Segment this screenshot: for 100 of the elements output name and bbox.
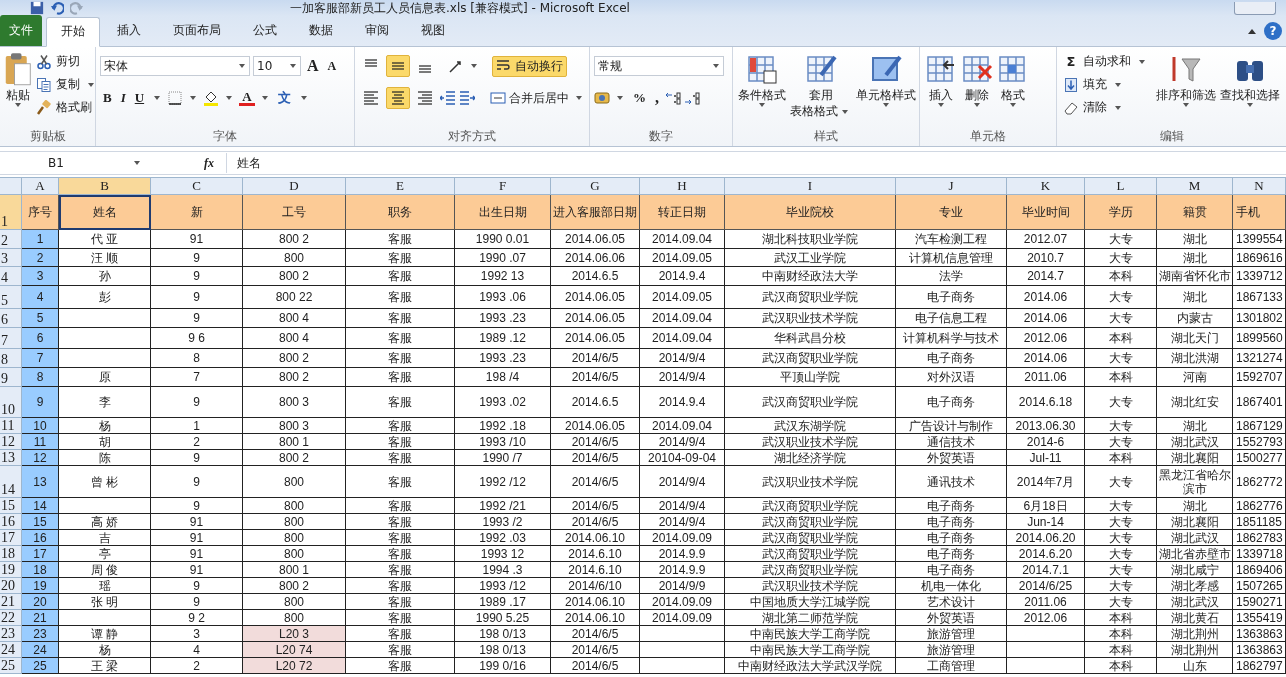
column-header[interactable]: J xyxy=(896,178,1007,195)
row-header[interactable]: 1 xyxy=(0,195,22,230)
decrease-indent-icon[interactable] xyxy=(440,90,456,106)
ribbon-tab[interactable]: 视图 xyxy=(406,16,460,46)
table-cell: 11 xyxy=(22,434,59,450)
insert-function-button[interactable]: fx xyxy=(204,155,226,171)
column-header[interactable]: F xyxy=(455,178,551,195)
ribbon-button[interactable]: 复制 xyxy=(34,74,100,95)
ribbon-button[interactable]: 查找和选择 xyxy=(1219,51,1281,109)
row-header[interactable]: 5 xyxy=(0,286,22,309)
column-header[interactable]: I xyxy=(725,178,896,195)
column-header[interactable]: H xyxy=(640,178,725,195)
ribbon-button[interactable]: 条件格式 xyxy=(737,51,787,109)
row-header[interactable]: 14 xyxy=(0,466,22,498)
column-title-cell: 姓名 xyxy=(59,195,151,230)
row-header[interactable]: 10 xyxy=(0,387,22,418)
row-header[interactable]: 23 xyxy=(0,626,22,642)
row-header[interactable]: 12 xyxy=(0,434,22,450)
currency-icon[interactable] xyxy=(594,90,610,106)
text-style-button[interactable]: I xyxy=(117,90,129,106)
row-header[interactable]: 15 xyxy=(0,498,22,514)
ribbon-tab[interactable]: 开始 xyxy=(46,17,100,47)
ribbon-button[interactable]: 清除 xyxy=(1061,97,1151,118)
ribbon-tab[interactable]: 公式 xyxy=(238,16,292,46)
ribbon-tab[interactable]: 插入 xyxy=(102,16,156,46)
column-header[interactable]: A xyxy=(22,178,59,195)
formula-field[interactable]: 姓名 xyxy=(226,153,1286,173)
row-header[interactable]: 25 xyxy=(0,658,22,674)
text-angle-icon[interactable] xyxy=(448,58,464,74)
row-header[interactable]: 20 xyxy=(0,578,22,594)
column-header[interactable]: B xyxy=(59,178,151,195)
ribbon-button[interactable]: 格式刷 xyxy=(34,97,100,118)
table-cell: 中南财经政法大学武汉学院 xyxy=(725,658,896,674)
comma-button[interactable]: , xyxy=(652,89,662,107)
row-header[interactable]: 24 xyxy=(0,642,22,658)
table-cell: 吉 xyxy=(59,530,151,546)
ribbon-tab[interactable]: 审阅 xyxy=(350,16,404,46)
border-icon[interactable] xyxy=(167,90,184,106)
row-header[interactable]: 17 xyxy=(0,530,22,546)
ribbon-button[interactable]: 套用 表格格式 xyxy=(789,51,853,121)
collapse-ribbon-icon[interactable] xyxy=(1248,29,1256,34)
ribbon-button[interactable]: 填充 xyxy=(1061,74,1151,95)
help-button[interactable]: ? xyxy=(1264,22,1282,40)
phonetic-button[interactable]: 文 xyxy=(274,89,294,107)
column-header[interactable]: L xyxy=(1085,178,1157,195)
paste-button[interactable]: 粘贴 xyxy=(4,51,32,107)
shrink-font-button[interactable]: A xyxy=(324,58,340,74)
table-cell: 2014.6.5 xyxy=(551,267,640,286)
column-header[interactable]: D xyxy=(243,178,346,195)
row-header[interactable]: 4 xyxy=(0,267,22,286)
row-header[interactable]: 21 xyxy=(0,594,22,610)
ribbon-button[interactable]: 删除 xyxy=(960,51,994,109)
horizontal-align-button[interactable] xyxy=(386,87,410,109)
merge-center-button[interactable]: 合并后居中 xyxy=(486,87,590,109)
column-header[interactable]: N xyxy=(1233,178,1286,195)
column-header[interactable]: G xyxy=(551,178,640,195)
row-header[interactable]: 16 xyxy=(0,514,22,530)
save-icon[interactable] xyxy=(30,1,44,15)
row-header[interactable]: 8 xyxy=(0,349,22,368)
row-header[interactable]: 22 xyxy=(0,610,22,626)
file-menu-tab[interactable]: 文件 xyxy=(0,15,42,46)
row-header[interactable]: 3 xyxy=(0,249,22,267)
column-header[interactable]: M xyxy=(1157,178,1233,195)
row-header[interactable]: 6 xyxy=(0,309,22,328)
row-header[interactable]: 7 xyxy=(0,328,22,349)
vertical-align-button[interactable] xyxy=(386,55,410,77)
text-style-button[interactable]: B xyxy=(100,90,115,106)
row-header[interactable]: 18 xyxy=(0,546,22,562)
number-format-field[interactable]: 常规 xyxy=(594,56,724,76)
increase-indent-icon[interactable] xyxy=(459,90,475,106)
fill-color-icon[interactable] xyxy=(203,90,220,106)
grow-font-button[interactable]: A xyxy=(304,57,322,75)
font-name-field[interactable]: 宋体 xyxy=(100,56,250,76)
table-cell: 湖北咸宁 xyxy=(1157,562,1233,578)
percent-button[interactable]: % xyxy=(630,90,649,106)
font-size-field[interactable]: 10 xyxy=(253,56,301,76)
row-header[interactable]: 13 xyxy=(0,450,22,466)
ribbon-button[interactable]: 插入 xyxy=(924,51,958,109)
text-style-button[interactable]: U xyxy=(131,90,148,106)
row-header[interactable]: 11 xyxy=(0,418,22,434)
decimal-icon[interactable] xyxy=(684,90,700,106)
row-header[interactable]: 19 xyxy=(0,562,22,578)
ribbon-button[interactable]: 剪切 xyxy=(34,51,100,72)
column-header[interactable]: C xyxy=(151,178,243,195)
font-color-button[interactable]: A xyxy=(239,90,255,106)
ribbon-button[interactable]: 单元格样式 xyxy=(855,51,917,109)
ribbon-tab[interactable]: 数据 xyxy=(294,16,348,46)
column-header[interactable]: E xyxy=(346,178,455,195)
ribbon-button[interactable]: 格式 xyxy=(996,51,1030,109)
undo-icon[interactable] xyxy=(50,1,64,15)
row-header[interactable]: 9 xyxy=(0,368,22,387)
ribbon-button[interactable]: Σ 自动求和 xyxy=(1061,51,1151,72)
name-box[interactable]: B1 xyxy=(0,156,144,170)
ribbon-tab[interactable]: 页面布局 xyxy=(158,16,236,46)
wrap-text-button[interactable]: 自动换行 xyxy=(492,55,567,77)
ribbon-button[interactable]: 排序和筛选 xyxy=(1155,51,1217,109)
column-header[interactable]: K xyxy=(1007,178,1085,195)
row-header[interactable]: 2 xyxy=(0,230,22,249)
table-cell: 武汉商贸职业学院 xyxy=(725,514,896,530)
decimal-icon[interactable] xyxy=(665,90,681,106)
